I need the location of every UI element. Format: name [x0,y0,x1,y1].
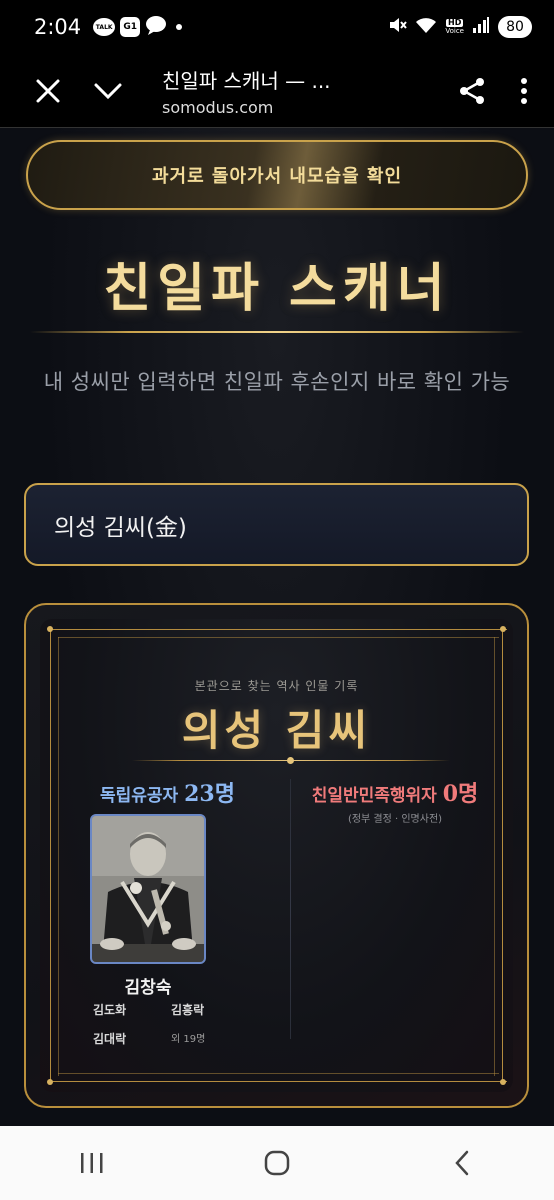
mute-icon [387,15,408,39]
portrait-photo[interactable] [90,814,206,964]
more-count: 외 19명 [171,1034,206,1045]
card-kicker: 본관으로 찾는 역사 인물 기록 [194,679,359,693]
dot-icon [176,24,183,30]
time-travel-label: 과거로 돌아가서 내모습을 확인 [151,166,403,187]
chat-icon [145,15,167,39]
more-vertical-icon [521,77,527,104]
time-travel-button[interactable]: 과거로 돌아가서 내모습을 확인 [26,140,528,210]
status-bar: 2:04 TALK G1 HD Voice 80 [0,0,554,54]
result-card-inner: 본관으로 찾는 역사 인물 기록 의성 김씨 독립유공자 23명 김창숙 김도화… [40,619,513,1092]
more-button[interactable] [502,61,546,121]
card-title: 의성 김씨 [181,706,372,755]
name-row: 김도화 김흥락 [93,1001,233,1018]
surname-input[interactable]: 의성 김씨(金) [24,483,529,566]
collaborator-column: 친일반민족행위자 0명 (정부 결정 · 인명사전) [295,776,495,825]
talk-icon: TALK [93,18,116,36]
chevron-down-icon [94,83,122,99]
featured-person-name[interactable]: 김창숙 [90,973,206,998]
g1-icon: G1 [120,17,141,37]
back-icon [454,1150,468,1176]
close-button[interactable] [18,61,78,121]
share-icon [460,77,484,104]
result-card: 본관으로 찾는 역사 인물 기록 의성 김씨 독립유공자 23명 김창숙 김도화… [24,603,529,1108]
tab-menu-button[interactable] [78,61,138,121]
status-time: 2:04 [34,15,82,39]
home-icon [264,1150,290,1176]
share-button[interactable] [442,61,502,121]
browser-toolbar: 친일파 스캐너 — ... somodus.com [0,54,554,128]
signal-icon [472,16,490,38]
corner-dot-bl [47,1079,53,1085]
battery-indicator: 80 [498,16,532,38]
recent-apps-icon [81,1153,103,1173]
independence-heading: 독립유공자 23명 [100,776,280,808]
system-nav-bar [0,1126,554,1200]
recent-apps-button[interactable] [52,1133,132,1193]
column-separator [290,779,291,1039]
corner-dot-tr [500,626,506,632]
corner-dot-br [500,1079,506,1085]
independence-column: 독립유공자 23명 [100,776,280,808]
frame-line-bottom [50,1081,507,1082]
independence-name-list: 김도화 김흥락 김대락 외 19명 [93,1001,233,1059]
close-icon [36,79,60,102]
page-url: somodus.com [162,97,274,117]
back-button[interactable] [422,1133,502,1193]
corner-dot-tl [47,626,53,632]
surname-input-value: 의성 김씨(金) [54,514,187,541]
card-divider-dot [287,757,294,764]
portrait-image [92,816,204,962]
page-subtitle: 내 성씨만 입력하면 친일파 후손인지 바로 확인 가능 [43,370,511,394]
system-icons: HD Voice 80 [387,15,532,39]
independence-label: 독립유공자 [100,786,179,806]
frame-inner-top [58,637,499,638]
main-heading: 친일파 스캐너 [103,258,451,319]
person-name[interactable]: 김흥락 [171,1001,233,1018]
wifi-icon [415,16,437,38]
name-row: 김대락 외 19명 [93,1030,233,1047]
collaborator-heading: 친일반민족행위자 0명 [295,776,495,808]
home-button[interactable] [237,1133,317,1193]
page-content: 과거로 돌아가서 내모습을 확인 친일파 스캐너 내 성씨만 입력하면 친일파 … [0,128,554,1126]
heading-divider [30,331,524,333]
notification-icons: TALK G1 [93,15,183,39]
frame-line-top [50,629,507,630]
collaborator-label: 친일반민족행위자 [311,786,437,806]
collaborator-count: 0명 [442,781,479,807]
collaborator-note: (정부 결정 · 인명사전) [347,814,443,825]
page-title: 친일파 스캐너 — ... [162,68,331,93]
address-area[interactable]: 친일파 스캐너 — ... somodus.com [138,65,442,117]
hd-voice-icon: HD Voice [445,18,464,36]
person-name[interactable]: 김대락 [93,1030,155,1047]
independence-count: 23명 [184,781,235,807]
frame-inner-bottom [58,1073,499,1074]
person-name[interactable]: 김도화 [93,1001,155,1018]
